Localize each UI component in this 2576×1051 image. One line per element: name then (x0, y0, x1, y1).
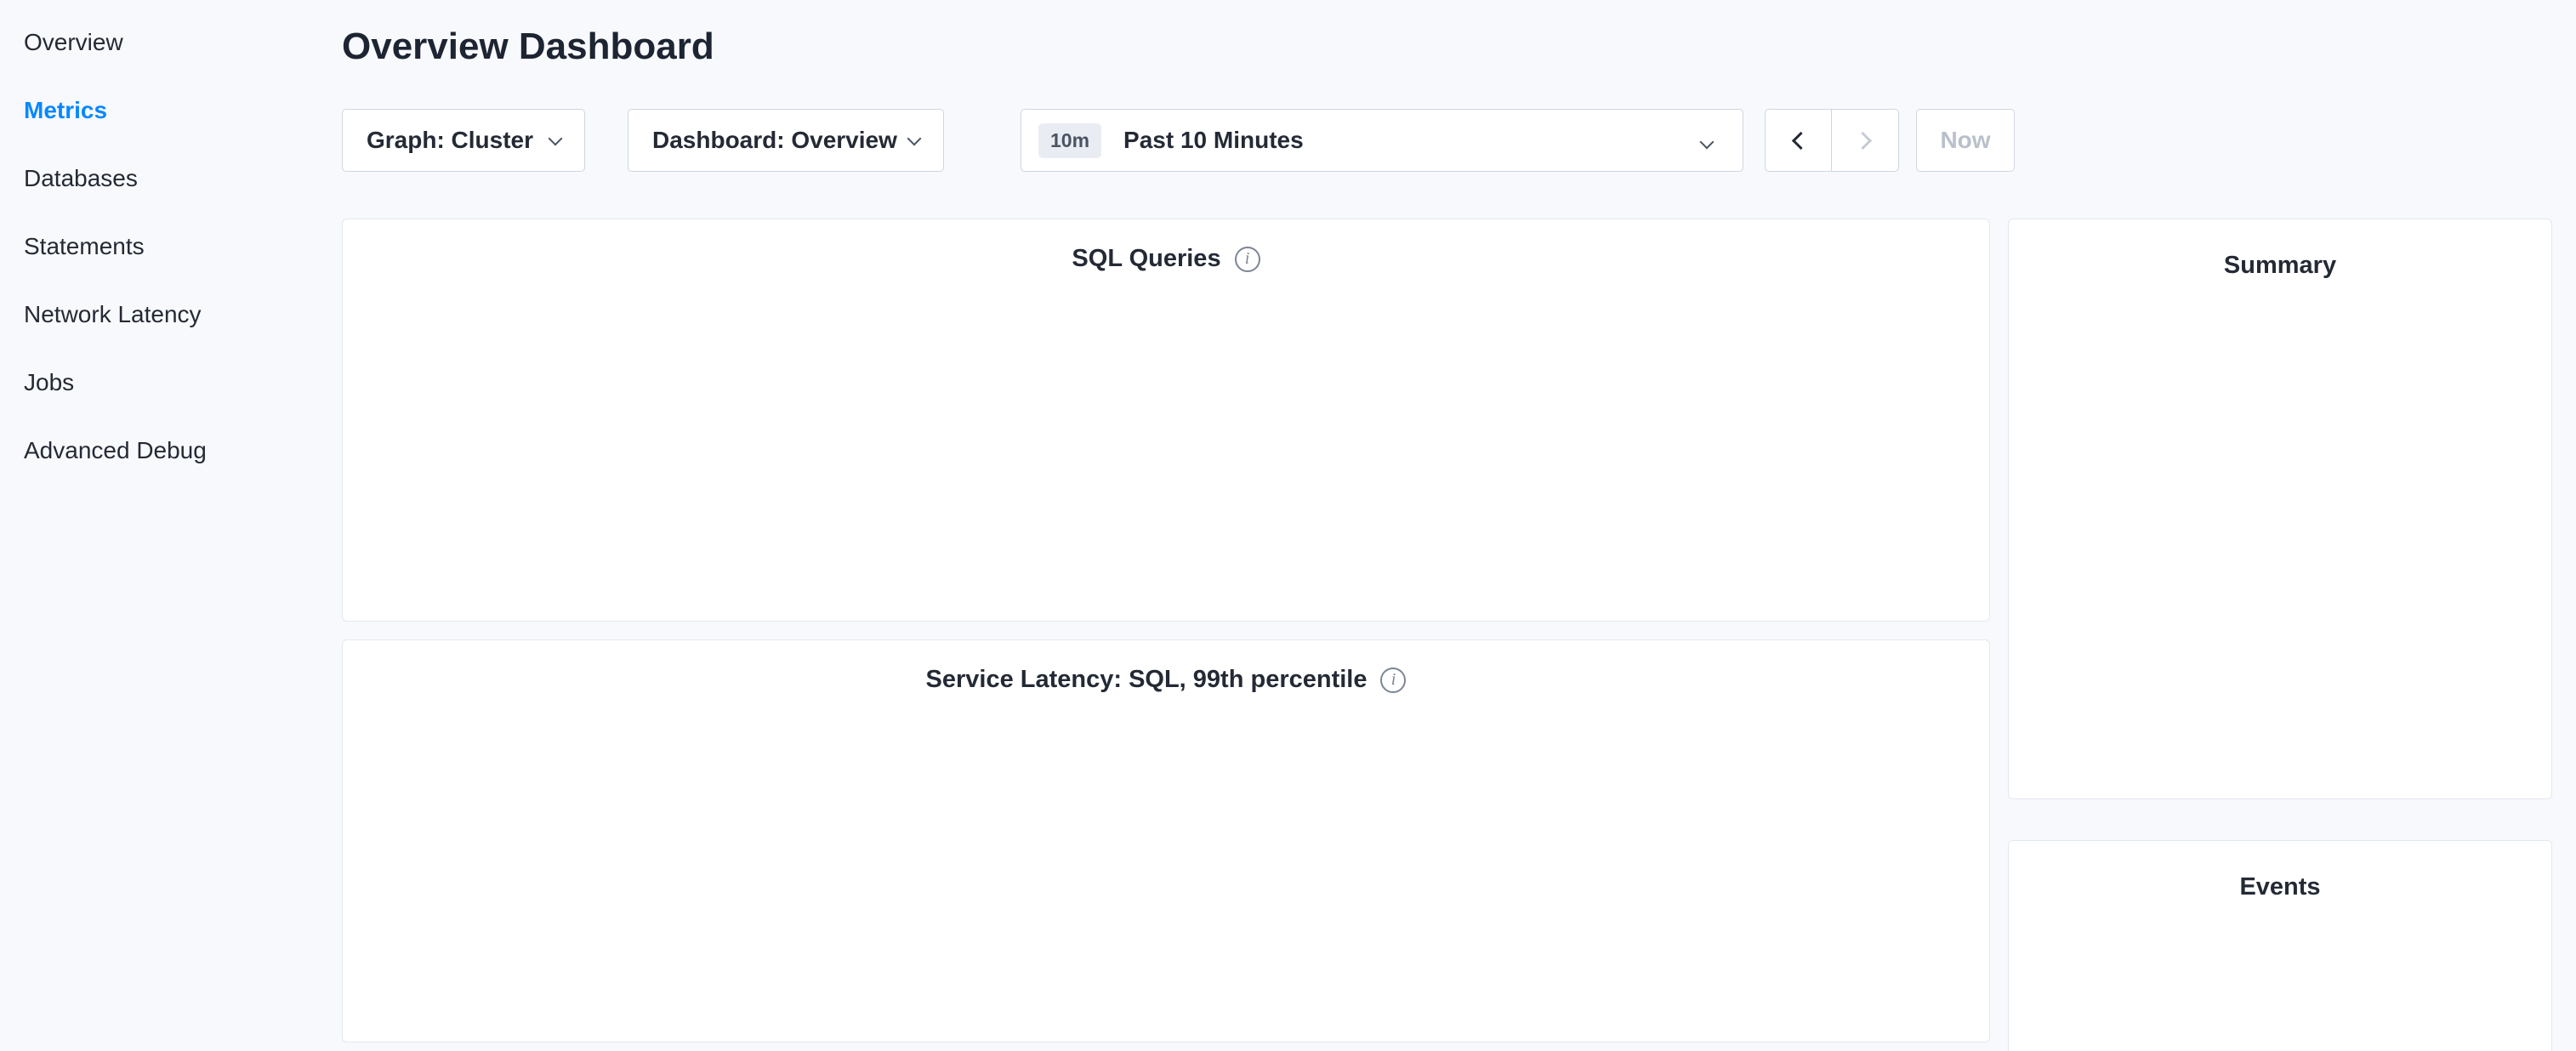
dashboard-dropdown-label: Dashboard: Overview (652, 127, 897, 154)
time-step-button-group (1765, 109, 1899, 172)
now-button[interactable]: Now (1916, 109, 2015, 172)
events-title: Events (2009, 841, 2551, 901)
main-content: Overview Dashboard Graph: Cluster Dashbo… (342, 0, 2576, 1051)
next-time-range-button[interactable] (1832, 109, 1899, 172)
summary-title: Summary (2009, 219, 2551, 280)
service-latency-chart-plot[interactable] (343, 738, 1989, 1034)
service-latency-chart-card: Service Latency: SQL, 99th percentile i (342, 639, 1990, 1042)
sidebar-item-statements[interactable]: Statements (24, 213, 340, 281)
summary-body (2009, 280, 2551, 300)
chart-title: Service Latency: SQL, 99th percentile (926, 666, 1368, 694)
sidebar-item-databases[interactable]: Databases (24, 145, 340, 213)
time-range-label: Past 10 Minutes (1123, 127, 1304, 154)
sidebar-nav: OverviewMetricsDatabasesStatementsNetwor… (0, 0, 340, 1051)
chevron-down-icon (549, 132, 563, 146)
info-icon[interactable]: i (1380, 668, 1406, 693)
chart-title: SQL Queries (1072, 245, 1220, 273)
sidebar-item-overview[interactable]: Overview (24, 9, 340, 77)
graph-scope-dropdown[interactable]: Graph: Cluster (342, 109, 585, 172)
sql-queries-chart-card: SQL Queries i (342, 219, 1990, 622)
sidebar-item-advanced-debug[interactable]: Advanced Debug (24, 417, 340, 485)
events-card: Events (2008, 840, 2552, 1051)
admin-ui-page: { "colors": { "active_nav_blue": "#0788f… (0, 0, 2576, 1051)
sql-queries-chart-plot[interactable] (343, 317, 1989, 613)
sidebar-item-metrics[interactable]: Metrics (24, 77, 340, 145)
prev-time-range-button[interactable] (1765, 109, 1832, 172)
chevron-left-icon (1792, 131, 1810, 149)
controls-toolbar: Graph: Cluster Dashboard: Overview 10m P… (342, 109, 2015, 172)
chevron-down-icon (907, 132, 922, 146)
time-range-badge: 10m (1038, 123, 1101, 158)
info-icon[interactable]: i (1235, 247, 1260, 272)
page-title: Overview Dashboard (342, 26, 714, 68)
summary-card: Summary (2008, 219, 2552, 799)
dashboard-dropdown[interactable]: Dashboard: Overview (628, 109, 944, 172)
events-body (2009, 901, 2551, 929)
chevron-right-icon (1853, 131, 1871, 149)
chevron-down-icon (1700, 135, 1714, 150)
time-range-selector[interactable]: 10m Past 10 Minutes (1021, 109, 1743, 172)
graph-scope-dropdown-label: Graph: Cluster (367, 127, 533, 154)
sidebar-item-jobs[interactable]: Jobs (24, 349, 340, 417)
sidebar-item-network-latency[interactable]: Network Latency (24, 281, 340, 349)
